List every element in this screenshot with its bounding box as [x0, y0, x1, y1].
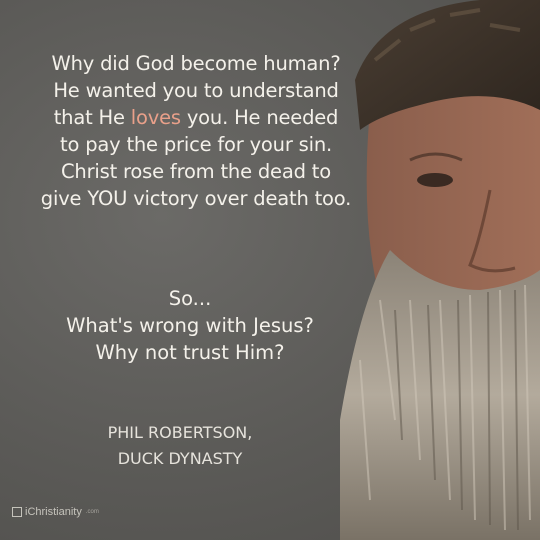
quote-line-1: Why did God become human? [51, 52, 341, 75]
attribution: PHIL ROBERTSON, DUCK DYNASTY [70, 420, 290, 472]
quote-line-2: He wanted you to understand [53, 79, 339, 102]
watermark-suffix: .com [85, 509, 99, 515]
portrait-image [340, 0, 540, 540]
quote-line-5: Christ rose from the dead to [61, 160, 331, 183]
quote-line-6: give YOU victory over death too. [40, 187, 352, 210]
quote-line-3-start: that He [53, 106, 125, 129]
quote-text: Why did God become human? He wanted you … [26, 50, 366, 212]
highlight-word: loves [130, 106, 181, 129]
attribution-name: PHIL ROBERTSON, [107, 423, 253, 442]
logo-icon [12, 507, 22, 517]
closing-text: So... What's wrong with Jesus? Why not t… [0, 285, 380, 366]
closing-line-3: Why not trust Him? [95, 341, 285, 364]
quote-card: Why did God become human? He wanted you … [0, 0, 540, 540]
quote-line-3: that He loves you. He needed [26, 104, 366, 131]
closing-line-1: So... [168, 287, 212, 310]
closing-line-2: What's wrong with Jesus? [66, 314, 314, 337]
quote-line-3-end: you. He needed [186, 106, 339, 129]
quote-line-4: to pay the price for your sin. [60, 133, 332, 156]
watermark-logo: iChristianity .com [12, 506, 99, 518]
attribution-show: DUCK DYNASTY [117, 449, 243, 468]
watermark-brand: iChristianity [25, 506, 82, 518]
